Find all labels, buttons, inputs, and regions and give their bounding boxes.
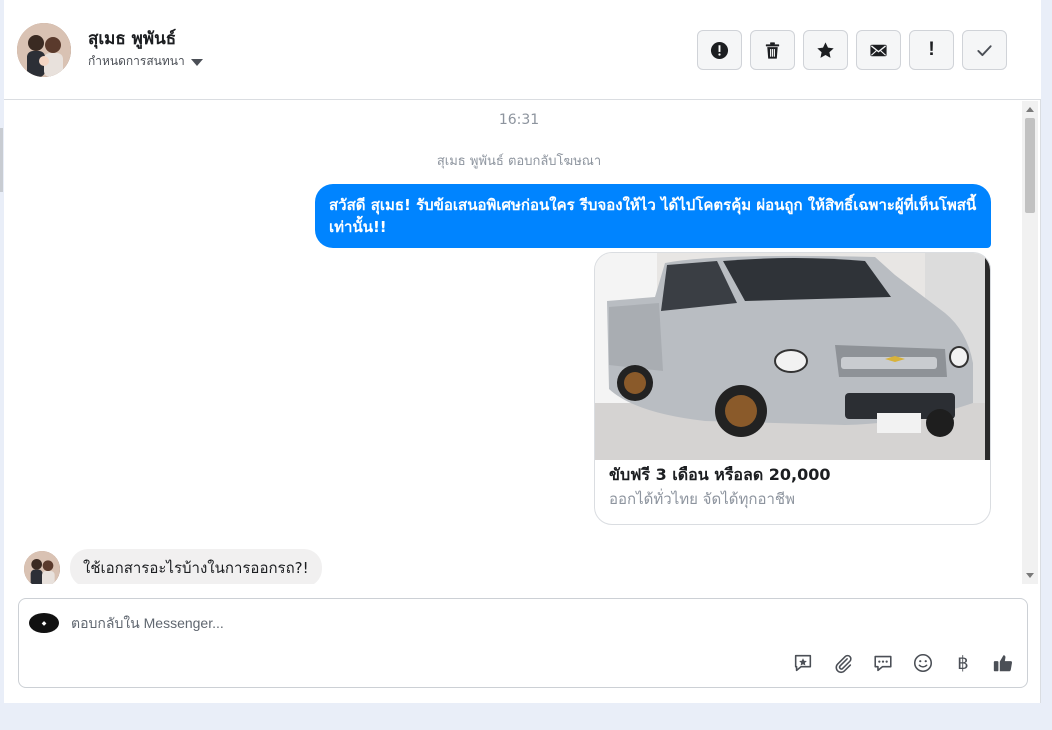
ad-reply-note: สุเมธ พูพันธ์ ตอบกลับโฆษณา	[436, 154, 602, 169]
reply-input[interactable]	[71, 615, 971, 631]
envelope-icon	[870, 44, 887, 56]
mark-important-button[interactable]: !	[909, 30, 954, 70]
incoming-message-row: ใช้เอกสารอะไรบ้างในการออกรถ?!	[24, 549, 322, 584]
assign-conversation-label: กำหนดการสนทนา	[88, 54, 185, 68]
left-edge-marker	[0, 128, 3, 192]
composer-tools: ฿	[791, 651, 1015, 675]
quick-reply-button[interactable]	[871, 651, 895, 675]
thumbs-up-icon	[993, 655, 1013, 672]
message-list[interactable]: 16:31 สุเมธ พูพันธ์ ตอบกลับโฆษณา สวัสดี …	[4, 101, 1024, 584]
assign-conversation-dropdown[interactable]: กำหนดการสนทนา	[88, 52, 203, 71]
scroll-down-arrow-icon[interactable]	[1026, 573, 1034, 578]
ad-card-subtitle: ออกได้ทั่วไทย จัดได้ทุกอาชีพ	[609, 490, 795, 508]
page-logo-icon: ◆	[29, 613, 59, 633]
ad-card-title: ขับฟรี 3 เดือน หรือลด 20,000	[609, 465, 831, 484]
conversation-header: สุเมธ พูพันธ์ กำหนดการสนทนา !	[4, 0, 1041, 100]
emoji-icon	[913, 653, 933, 673]
sender-avatar[interactable]	[24, 551, 60, 584]
scroll-up-arrow-icon[interactable]	[1026, 107, 1034, 112]
pickup-truck-image	[595, 253, 990, 460]
outgoing-message-bubble: สวัสดี สุเมธ! รับข้อเสนอพิเศษก่อนใคร รีบ…	[315, 184, 991, 248]
ad-card[interactable]: ขับฟรี 3 เดือน หรือลด 20,000 ออกได้ทั่วไ…	[594, 252, 991, 525]
trash-icon	[765, 41, 780, 59]
attach-file-button[interactable]	[831, 651, 855, 675]
exclamation-icon: !	[928, 39, 935, 60]
checkmark-icon	[977, 44, 992, 56]
payment-button[interactable]: ฿	[951, 651, 975, 675]
conversation-panel: สุเมธ พูพันธ์ กำหนดการสนทนา ! 16:31 สุเม…	[4, 0, 1041, 703]
contact-name[interactable]: สุเมธ พูพันธ์	[88, 25, 176, 52]
message-scrollbar[interactable]	[1022, 101, 1038, 584]
baht-icon: ฿	[957, 652, 969, 674]
caret-down-icon	[190, 59, 203, 66]
incoming-message-bubble: ใช้เอกสารอะไรบ้างในการออกรถ?!	[70, 549, 322, 584]
saved-reply-button[interactable]	[791, 651, 815, 675]
mark-unread-button[interactable]	[856, 30, 901, 70]
mark-done-button[interactable]	[962, 30, 1007, 70]
emoji-button[interactable]	[911, 651, 935, 675]
scrollbar-thumb[interactable]	[1025, 118, 1035, 213]
message-timestamp: 16:31	[498, 112, 540, 128]
header-actions: !	[697, 30, 1007, 70]
like-button[interactable]	[991, 651, 1015, 675]
contact-avatar[interactable]	[17, 23, 71, 77]
delete-button[interactable]	[750, 30, 795, 70]
saved-reply-icon	[794, 654, 812, 672]
attachment-icon	[835, 654, 852, 674]
star-icon	[817, 41, 834, 58]
alert-circle-icon	[710, 41, 729, 59]
chat-bubble-icon	[874, 655, 892, 672]
reply-composer: ◆ ฿	[18, 598, 1028, 688]
report-spam-button[interactable]	[697, 30, 742, 70]
star-button[interactable]	[803, 30, 848, 70]
